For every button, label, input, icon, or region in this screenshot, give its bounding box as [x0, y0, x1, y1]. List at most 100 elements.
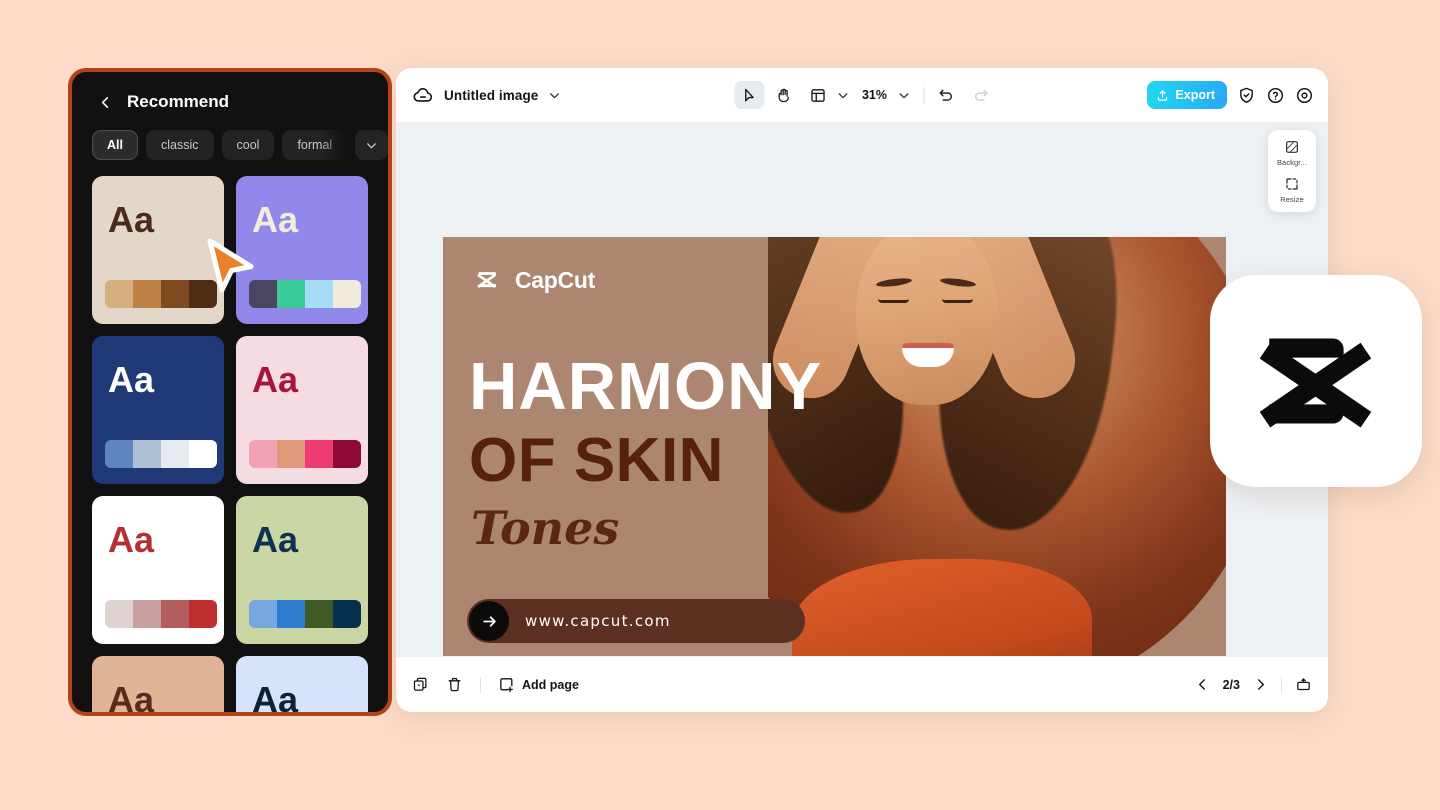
palette-swatch — [161, 440, 189, 468]
layout-tool-button[interactable] — [803, 81, 833, 109]
design-brand-lockup: CapCut — [475, 267, 595, 294]
palette-swatch — [277, 600, 305, 628]
filter-chip-formal[interactable]: formal — [282, 130, 348, 160]
resize-icon — [1286, 178, 1298, 190]
background-tool-button[interactable]: Backgr... — [1268, 139, 1316, 167]
design-artboard[interactable]: CapCut HARMONY OF SKIN Tones www.capcut.… — [443, 237, 1226, 681]
design-headline-script: Tones — [471, 501, 620, 555]
eyebrow-left — [875, 276, 913, 289]
top-toolbar: Untitled image 31% Export — [396, 68, 1328, 122]
palette-swatch — [333, 280, 361, 308]
palette-swatch — [133, 600, 161, 628]
style-card[interactable]: Aa — [236, 496, 368, 644]
editor-window: Untitled image 31% Export Backgr... Resi… — [396, 68, 1328, 712]
panel-header: Recommend — [72, 72, 388, 112]
cursor-arrow-icon — [741, 87, 758, 104]
palette-swatch — [133, 440, 161, 468]
floating-tools-panel: Backgr... Resize — [1268, 130, 1316, 212]
undo-icon[interactable] — [938, 87, 955, 104]
style-card-sample-text: Aa — [252, 199, 299, 240]
palette-swatch — [189, 600, 217, 628]
export-button[interactable]: Export — [1147, 81, 1227, 109]
design-brand-name: CapCut — [515, 267, 595, 293]
zoom-level-value: 31% — [861, 88, 888, 102]
palette-swatch — [333, 440, 361, 468]
add-page-label: Add page — [522, 677, 579, 692]
shield-check-icon[interactable] — [1237, 86, 1256, 105]
hand-icon — [775, 87, 792, 104]
style-card-palette — [105, 280, 217, 308]
document-title[interactable]: Untitled image — [444, 88, 538, 103]
trash-icon[interactable] — [446, 676, 463, 693]
upload-icon — [1156, 89, 1169, 102]
style-card[interactable]: Aa — [92, 336, 224, 484]
back-chevron-left-icon[interactable] — [98, 95, 113, 110]
pagination-divider — [1281, 676, 1282, 693]
palette-swatch — [105, 600, 133, 628]
present-icon[interactable] — [1295, 676, 1312, 693]
title-dropdown-chevron-down-icon[interactable] — [548, 89, 561, 102]
palette-swatch — [189, 280, 217, 308]
style-card[interactable]: Aa — [92, 656, 224, 712]
palette-swatch — [277, 440, 305, 468]
resize-tool-label: Resize — [1280, 195, 1304, 204]
smile — [902, 343, 954, 367]
palette-swatch — [277, 280, 305, 308]
palette-swatch — [105, 440, 133, 468]
hand-tool-button[interactable] — [769, 81, 799, 109]
canvas-workspace[interactable]: Backgr... Resize CapCut HARMONY OF SKIN … — [396, 122, 1328, 681]
style-card[interactable]: Aa — [236, 336, 368, 484]
prev-page-chevron-left-icon[interactable] — [1195, 677, 1210, 692]
arrow-right-icon — [469, 601, 509, 641]
palette-swatch — [133, 280, 161, 308]
style-card-sample-text: Aa — [108, 359, 155, 400]
toolbar-divider — [923, 86, 925, 104]
zoom-dropdown-chevron-down-icon[interactable] — [898, 89, 911, 102]
filter-chip-all[interactable]: All — [92, 130, 138, 160]
palette-swatch — [305, 440, 333, 468]
filter-chip-cool[interactable]: cool — [221, 130, 275, 160]
add-page-button[interactable]: Add page — [498, 676, 579, 693]
next-page-chevron-right-icon[interactable] — [1253, 677, 1268, 692]
bottom-toolbar: Add page 2/3 — [396, 656, 1328, 712]
model-photo-region — [768, 237, 1226, 681]
palette-swatch — [249, 600, 277, 628]
palette-swatch — [333, 600, 361, 628]
filter-chip-row: All classic cool formal — [72, 112, 388, 160]
palette-swatch — [305, 280, 333, 308]
style-recommend-panel: Recommend All classic cool formal Aa Aa Aa… — [68, 68, 392, 716]
palette-swatch — [161, 600, 189, 628]
eye-right — [942, 299, 973, 303]
duplicate-icon[interactable] — [412, 676, 429, 693]
capcut-logo-badge — [1210, 275, 1422, 487]
cloud-icon — [412, 84, 434, 106]
layout-icon — [809, 87, 826, 104]
resize-tool-button[interactable]: Resize — [1268, 176, 1316, 204]
layout-dropdown-chevron-down-icon[interactable] — [837, 89, 850, 102]
style-card[interactable]: Aa — [92, 496, 224, 644]
eye-left — [878, 299, 909, 303]
capcut-logo-icon — [477, 271, 497, 288]
background-tool-label: Backgr... — [1276, 158, 1308, 167]
toolbar-tools-group: 31% — [734, 81, 990, 109]
style-card[interactable]: Aa — [236, 656, 368, 712]
filter-more-chevron-down-icon[interactable] — [355, 130, 388, 160]
select-tool-button[interactable] — [734, 81, 765, 109]
photo-backdrop — [768, 237, 1226, 681]
eyebrow-right — [939, 276, 977, 289]
style-card-sample-text: Aa — [108, 199, 155, 240]
style-card[interactable]: Aa — [92, 176, 224, 324]
style-card-palette — [249, 600, 361, 628]
style-card-palette — [105, 440, 217, 468]
design-headline-primary: HARMONY — [469, 349, 823, 424]
filter-chip-classic[interactable]: classic — [145, 130, 214, 160]
capcut-logo-icon — [1259, 338, 1372, 428]
gear-icon[interactable] — [1295, 86, 1314, 105]
question-circle-icon[interactable] — [1266, 86, 1285, 105]
design-headline-secondary: OF SKIN — [469, 426, 724, 495]
style-card-sample-text: Aa — [108, 519, 155, 560]
style-card[interactable]: Aa — [236, 176, 368, 324]
background-icon — [1286, 141, 1298, 153]
palette-swatch — [189, 440, 217, 468]
redo-icon[interactable] — [973, 87, 990, 104]
